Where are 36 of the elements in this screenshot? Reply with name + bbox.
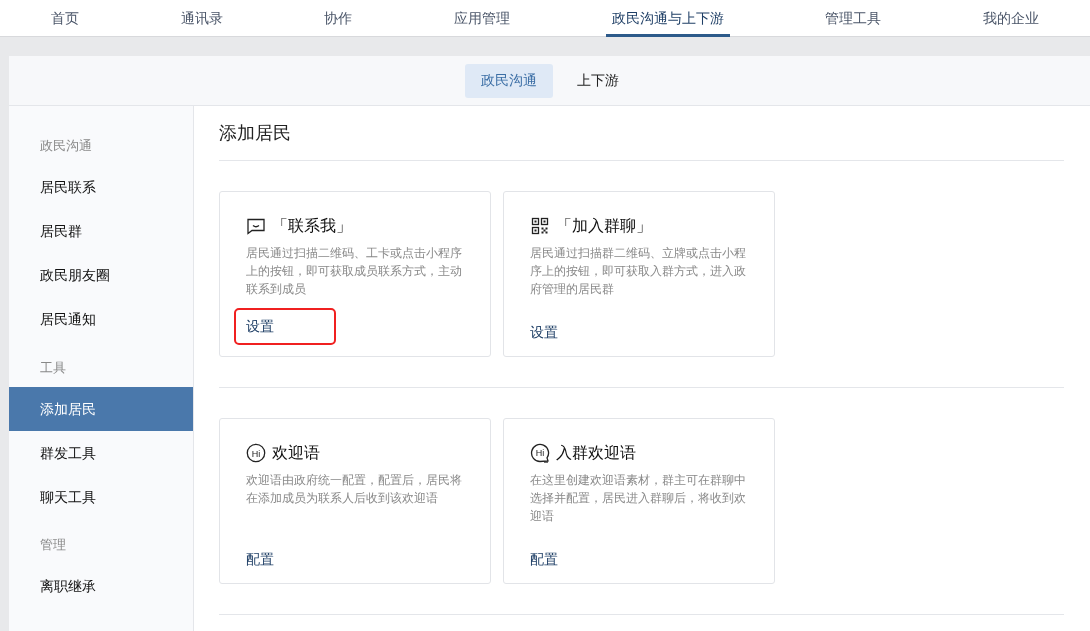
nav-tab[interactable]: 应用管理 — [447, 0, 516, 37]
hi-chat-icon: Hi — [530, 442, 550, 463]
card-title: 入群欢迎语 — [556, 441, 636, 464]
nav-tab[interactable]: 通讯录 — [174, 0, 229, 37]
card-title: 「加入群聊」 — [556, 214, 652, 237]
card-title: 欢迎语 — [272, 441, 320, 464]
sidebar-item[interactable]: 群发工具 — [9, 431, 193, 475]
card-description: 在这里创建欢迎语素材，群主可在群聊中选择并配置，居民进入群聊后，将收到欢迎语 — [530, 471, 747, 525]
sidebar-item[interactable]: 居民通知 — [9, 297, 193, 342]
card-link[interactable]: 设置 — [236, 309, 334, 343]
nav-tab[interactable]: 首页 — [44, 0, 85, 37]
nav-tab[interactable]: 协作 — [318, 0, 359, 37]
sub-tab[interactable]: 政民沟通 — [464, 63, 553, 98]
sidebar-item[interactable]: 居民联系 — [9, 165, 193, 210]
sidebar-group-title: 工具 — [39, 358, 67, 377]
sidebar-item[interactable]: 居民群 — [9, 209, 193, 254]
sidebar-item[interactable]: 离职继承 — [9, 564, 193, 609]
qr-code-icon — [530, 215, 550, 236]
card-description: 居民通过扫描群二维码、立牌或点击小程序上的按钮，即可获取入群方式，进入政府管理的居民群 — [530, 244, 747, 298]
nav-tab[interactable]: 管理工具 — [819, 0, 888, 37]
sidebar-item[interactable]: 政民朋友圈 — [9, 253, 193, 298]
card-link[interactable]: 设置 — [530, 319, 558, 345]
card-title: 「联系我」 — [272, 214, 352, 237]
page-title: 添加居民 — [219, 106, 1064, 161]
sidebar-group-title: 管理 — [39, 536, 67, 554]
card-description: 居民通过扫描二维码、工卡或点击小程序上的按钮，即可获取成员联系方式，主动联系到成员 — [246, 244, 463, 298]
sidebar-item[interactable]: 聊天工具 — [9, 475, 193, 519]
nav-tab[interactable]: 政民沟通与上下游 — [605, 0, 730, 37]
sidebar-group-title: 政民沟通 — [39, 137, 93, 155]
card-link[interactable]: 配置 — [246, 546, 274, 572]
card-description: 欢迎语由政府统一配置，配置后，居民将在添加成员为联系人后收到该欢迎语 — [246, 471, 463, 507]
sidebar-item[interactable]: 添加居民 — [9, 387, 193, 431]
card-link[interactable]: 配置 — [530, 546, 558, 572]
sub-tab[interactable]: 上下游 — [560, 63, 635, 98]
hi-badge-icon: Hi — [246, 442, 266, 463]
nav-tab[interactable]: 我的企业 — [977, 0, 1046, 37]
